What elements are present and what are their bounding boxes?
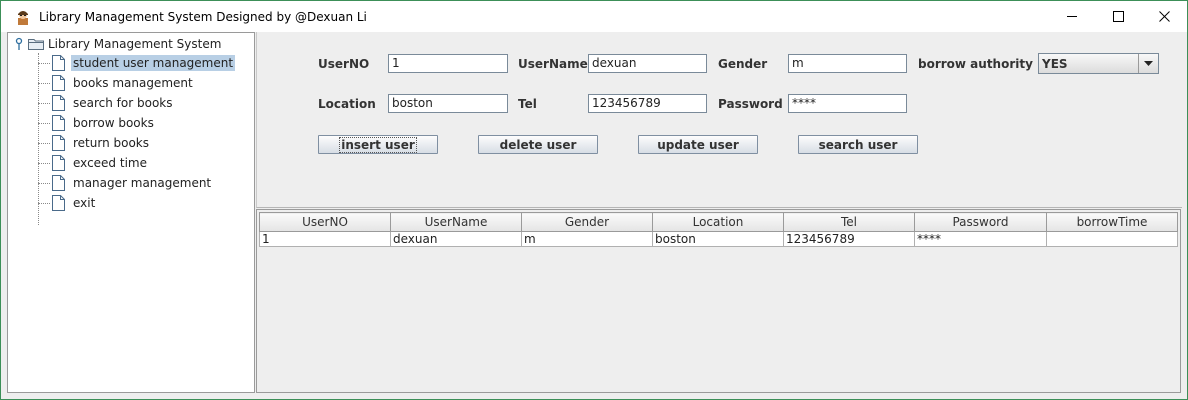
user-table: UserNO UserName Gender Location Tel Pass… xyxy=(259,212,1178,247)
close-icon xyxy=(1158,11,1170,22)
tree-item-exit[interactable]: exit xyxy=(38,193,97,213)
librarian-avatar-icon xyxy=(18,10,28,25)
cell-gender[interactable]: m xyxy=(521,231,653,247)
borrow-authority-select[interactable]: YES xyxy=(1038,53,1159,74)
update-user-button[interactable]: update user xyxy=(638,135,758,154)
gender-label: Gender xyxy=(718,57,768,71)
cell-tel[interactable]: 123456789 xyxy=(783,231,915,247)
tree-item-manager-management[interactable]: manager management xyxy=(38,173,213,193)
tree-item-label: return books xyxy=(73,136,150,150)
window-controls xyxy=(1049,1,1187,32)
minimize-button[interactable] xyxy=(1049,1,1095,32)
update-user-label: update user xyxy=(657,137,739,152)
delete-user-button[interactable]: delete user xyxy=(478,135,598,154)
minimize-icon xyxy=(1066,16,1077,17)
tree-item-label: student user management xyxy=(71,55,236,71)
search-user-label: search user xyxy=(818,137,898,152)
tree-item-books-management[interactable]: books management xyxy=(38,73,195,93)
tree-item-label: manager management xyxy=(73,176,212,190)
gender-field[interactable]: m xyxy=(788,54,907,73)
tree-item-label: borrow books xyxy=(73,116,154,130)
window-title: Library Management System Designed by @D… xyxy=(39,9,367,24)
tree-item-return-books[interactable]: return books xyxy=(38,133,151,153)
location-field[interactable]: boston xyxy=(388,94,508,113)
password-label: Password xyxy=(718,97,783,111)
column-header-gender[interactable]: Gender xyxy=(521,212,653,232)
column-header-userno[interactable]: UserNO xyxy=(259,212,391,232)
document-icon xyxy=(52,175,65,191)
cell-location[interactable]: boston xyxy=(652,231,784,247)
folder-icon xyxy=(28,39,44,50)
document-icon xyxy=(52,75,65,91)
tree-item-label: search for books xyxy=(73,96,173,110)
tree-item-borrow-books[interactable]: borrow books xyxy=(38,113,156,133)
delete-user-label: delete user xyxy=(499,137,577,152)
document-icon xyxy=(52,115,65,131)
tree-root-label: Library Management System xyxy=(48,37,222,51)
tree-root[interactable]: Library Management System xyxy=(14,35,221,53)
cell-userno[interactable]: 1 xyxy=(259,231,391,247)
cell-username[interactable]: dexuan xyxy=(390,231,522,247)
tree-item-label: exceed time xyxy=(73,156,147,170)
insert-user-button[interactable]: insert user xyxy=(318,135,438,154)
cell-borrowtime[interactable] xyxy=(1046,231,1178,247)
app-window: Library Management System Designed by @D… xyxy=(0,0,1188,400)
table-header-row: UserNO UserName Gender Location Tel Pass… xyxy=(259,212,1178,232)
tree-item-exceed-time[interactable]: exceed time xyxy=(38,153,149,173)
maximize-icon xyxy=(1112,11,1124,22)
chevron-down-icon xyxy=(1144,61,1153,66)
table-row[interactable]: 1 dexuan m boston 123456789 **** xyxy=(259,231,1178,247)
tree-item-label: exit xyxy=(73,196,96,210)
column-header-borrowtime[interactable]: borrowTime xyxy=(1046,212,1178,232)
location-label: Location xyxy=(318,97,376,111)
navigation-tree: Library Management System student user m… xyxy=(7,32,255,393)
close-button[interactable] xyxy=(1141,1,1187,32)
tree-item-search-for-books[interactable]: search for books xyxy=(38,93,175,113)
document-icon xyxy=(52,95,65,111)
password-field[interactable]: **** xyxy=(788,94,907,113)
user-form: UserNO 1 UserName dexuan Gender m borrow… xyxy=(256,32,1182,208)
username-label: UserName xyxy=(518,57,588,71)
content-panel: UserNO 1 UserName dexuan Gender m borrow… xyxy=(256,32,1182,393)
username-field[interactable]: dexuan xyxy=(588,54,707,73)
column-header-location[interactable]: Location xyxy=(652,212,784,232)
tree-item-student-user-management[interactable]: student user management xyxy=(38,53,236,73)
tel-field[interactable]: 123456789 xyxy=(588,94,707,113)
column-header-tel[interactable]: Tel xyxy=(783,212,915,232)
dropdown-arrow[interactable] xyxy=(1138,54,1158,73)
document-icon xyxy=(52,55,65,71)
column-header-username[interactable]: UserName xyxy=(390,212,522,232)
borrow-authority-value: YES xyxy=(1042,56,1068,71)
user-table-panel: UserNO UserName Gender Location Tel Pass… xyxy=(256,209,1181,393)
document-icon xyxy=(52,155,65,171)
tel-label: Tel xyxy=(518,97,537,111)
maximize-button[interactable] xyxy=(1095,1,1141,32)
userno-label: UserNO xyxy=(318,57,370,71)
document-icon xyxy=(52,195,65,211)
document-icon xyxy=(52,135,65,151)
insert-user-label: insert user xyxy=(339,136,417,153)
cell-password[interactable]: **** xyxy=(914,231,1047,247)
column-header-password[interactable]: Password xyxy=(914,212,1047,232)
tree-handle-icon[interactable] xyxy=(14,37,24,51)
title-bar[interactable]: Library Management System Designed by @D… xyxy=(1,1,1187,32)
tree-item-label: books management xyxy=(73,76,193,90)
search-user-button[interactable]: search user xyxy=(798,135,918,154)
userno-field[interactable]: 1 xyxy=(388,54,508,73)
borrow-authority-label: borrow authority xyxy=(918,57,1033,71)
